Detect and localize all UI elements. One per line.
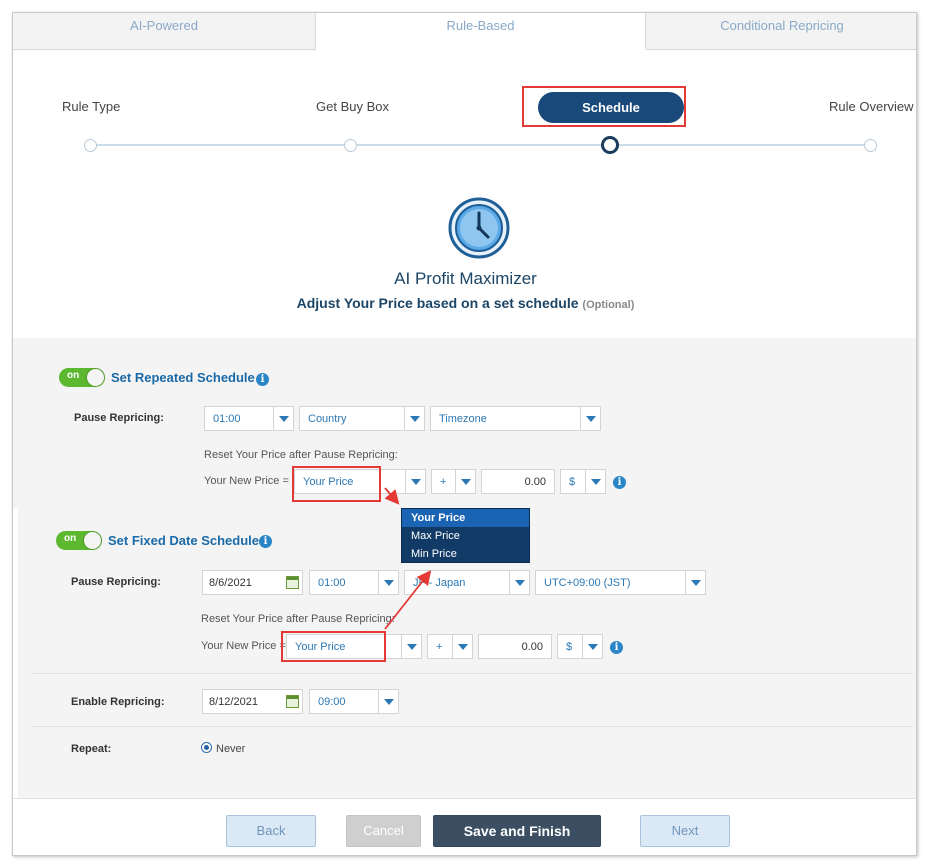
cancel-button[interactable]: Cancel (346, 815, 421, 847)
save-and-finish-button[interactable]: Save and Finish (433, 815, 601, 847)
annotation-arrows (384, 487, 432, 630)
back-button[interactable]: Back (226, 815, 316, 847)
arrow-from-fixed-select (384, 570, 432, 630)
repricing-wizard: AI-Powered Rule-Based Conditional Repric… (12, 12, 917, 856)
next-button[interactable]: Next (640, 815, 730, 847)
arrow-to-dropdown (384, 487, 400, 505)
